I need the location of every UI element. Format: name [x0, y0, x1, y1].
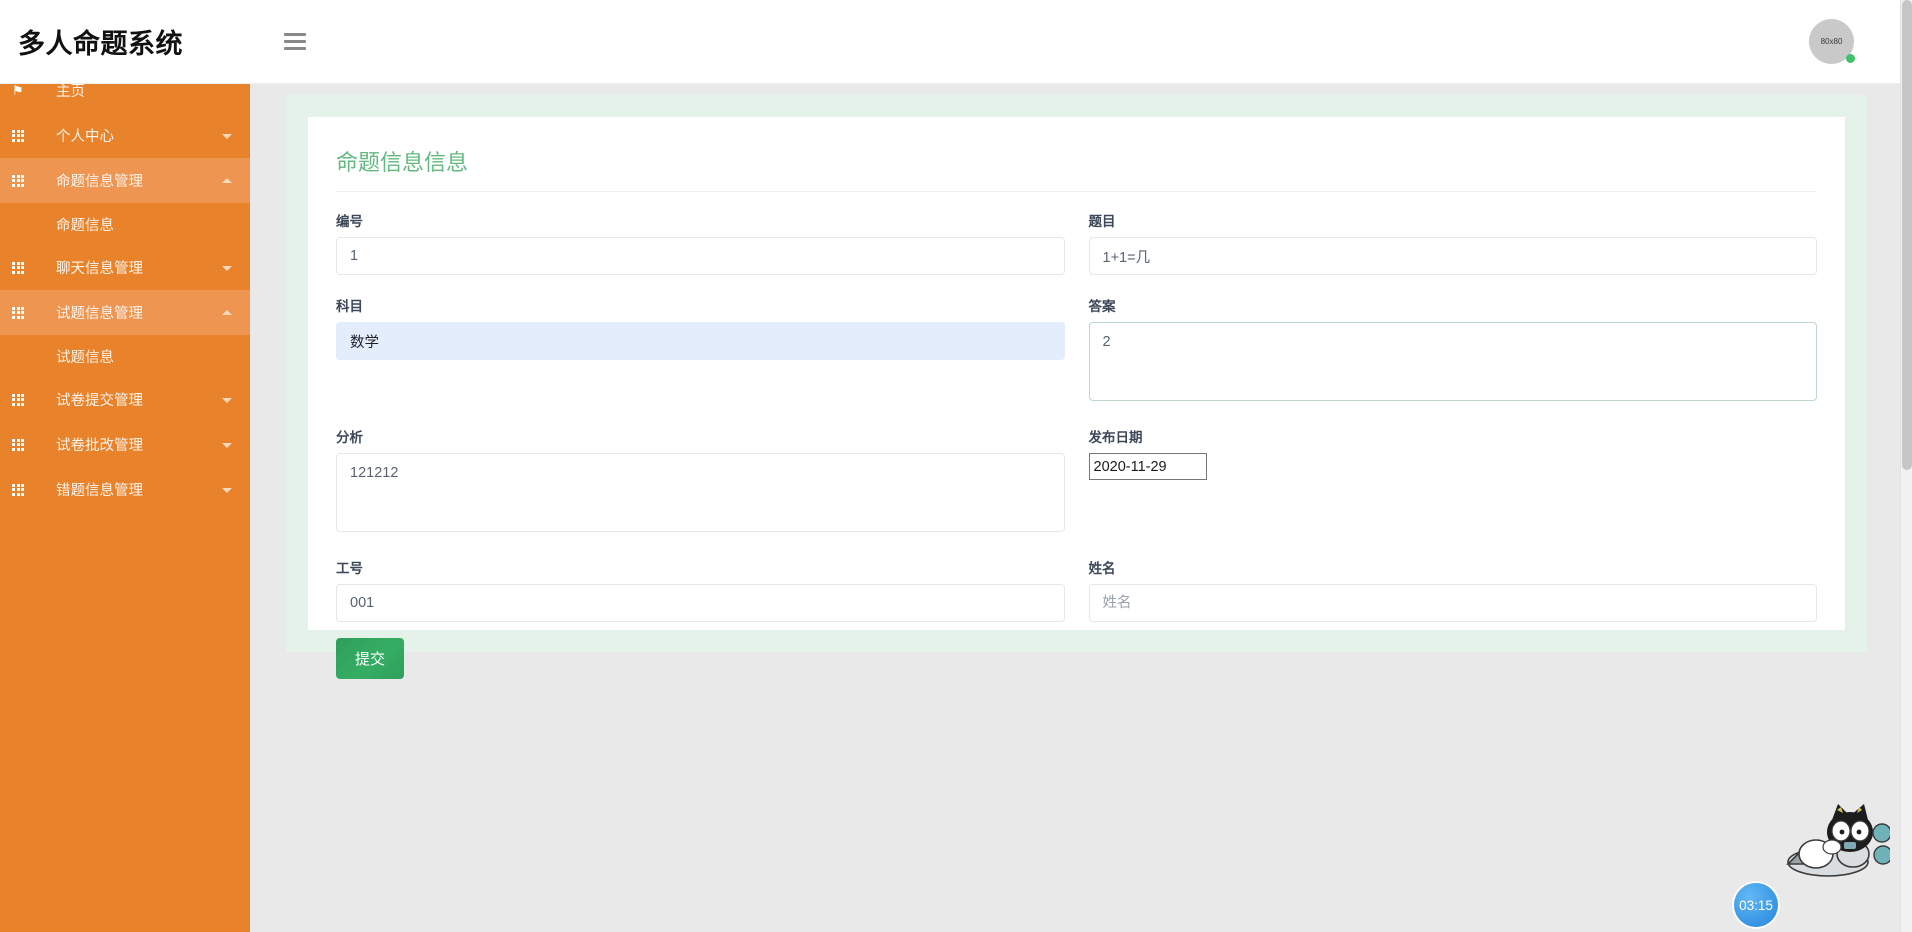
- clock-badge[interactable]: 03:15: [1734, 883, 1778, 927]
- form-row-2: 科目 答案 2: [336, 295, 1817, 406]
- sidebar-item-label: 试题信息管理: [56, 306, 143, 322]
- xingming-input[interactable]: [1088, 584, 1817, 622]
- field-group-kemu: 科目: [336, 295, 1077, 406]
- field-group-timu: 题目: [1077, 210, 1817, 275]
- avatar[interactable]: 80x80: [1809, 19, 1855, 64]
- hamburger-bar: [284, 47, 306, 50]
- field-group-bianhao: 编号: [336, 210, 1077, 275]
- grid-icon: [12, 261, 42, 274]
- grid-icon: [12, 306, 42, 319]
- bianhao-label: 编号: [336, 214, 363, 229]
- hamburger-icon[interactable]: [272, 19, 318, 65]
- sidebar-subitem-label: 命题信息: [56, 217, 114, 234]
- chevron-down-icon: [222, 133, 232, 139]
- timu-input[interactable]: [1088, 237, 1817, 275]
- daan-textarea[interactable]: 2: [1088, 322, 1817, 401]
- submit-button[interactable]: 提交: [336, 638, 405, 679]
- grid-icon: [12, 438, 42, 451]
- grid-icon: [12, 393, 42, 406]
- sidebar: ⚑ 主页 个人中心 命题信息管理 命题信息 聊天信息管理 试题信息管理 试题信息: [0, 68, 250, 932]
- top-bar: 多人命题系统 80x80: [0, 0, 1900, 84]
- cat-mascot-icon: [1780, 798, 1893, 884]
- sidebar-subitem-label: 试题信息: [56, 349, 114, 366]
- sidebar-subitem-question-info[interactable]: 试题信息: [0, 335, 250, 377]
- grid-icon: [12, 174, 42, 187]
- form-row-1: 编号 题目: [336, 210, 1817, 275]
- app-brand-title: 多人命题系统: [18, 29, 183, 59]
- field-group-fabu-riqi: 发布日期: [1077, 426, 1818, 537]
- page-scrollbar[interactable]: [1900, 0, 1912, 932]
- sidebar-item-wrong-question-management[interactable]: 错题信息管理: [0, 467, 250, 512]
- bianhao-input[interactable]: [336, 237, 1065, 275]
- chevron-down-icon: [222, 265, 232, 271]
- avatar-online-indicator: [1846, 54, 1855, 63]
- sidebar-item-label: 聊天信息管理: [56, 261, 143, 277]
- gonghao-label: 工号: [336, 561, 363, 576]
- sidebar-item-paper-grading-management[interactable]: 试卷批改管理: [0, 422, 250, 467]
- main-content: 命题信息信息 编号 题目 科目 答案: [250, 68, 1900, 932]
- field-group-gonghao: 工号: [336, 557, 1077, 622]
- kemu-input[interactable]: [336, 322, 1065, 360]
- form-panel: 命题信息信息 编号 题目 科目 答案: [286, 95, 1867, 679]
- daan-label: 答案: [1088, 299, 1116, 314]
- form-row-3: 分析 121212 发布日期: [336, 426, 1817, 537]
- fenxi-label: 分析: [336, 430, 363, 445]
- xingming-label: 姓名: [1088, 561, 1116, 576]
- form-card: 命题信息信息 编号 题目 科目 答案: [308, 117, 1845, 679]
- chevron-up-icon: [222, 177, 232, 183]
- sidebar-item-question-management[interactable]: 试题信息管理: [0, 290, 250, 335]
- grid-icon: [12, 483, 42, 496]
- sidebar-subitem-proposition-info[interactable]: 命题信息: [0, 203, 250, 245]
- fabu-riqi-date-input[interactable]: [1088, 453, 1207, 480]
- chevron-down-icon: [222, 487, 232, 493]
- form-row-4: 工号 姓名: [336, 557, 1817, 622]
- page-title: 命题信息信息: [336, 139, 1817, 192]
- sidebar-item-label: 个人中心: [56, 129, 114, 145]
- sidebar-item-label: 错题信息管理: [56, 483, 143, 499]
- hamburger-bar: [284, 40, 306, 43]
- fabu-riqi-label: 发布日期: [1088, 430, 1143, 445]
- field-group-fenxi: 分析 121212: [336, 426, 1077, 537]
- sidebar-item-label: 命题信息管理: [56, 174, 143, 190]
- hamburger-bar: [284, 33, 306, 36]
- grid-icon: [12, 129, 42, 142]
- chevron-up-icon: [222, 309, 232, 315]
- kemu-label: 科目: [336, 299, 363, 314]
- chevron-down-icon: [222, 442, 232, 448]
- timu-label: 题目: [1088, 214, 1116, 229]
- chevron-down-icon: [222, 397, 232, 403]
- field-group-xingming: 姓名: [1077, 557, 1817, 622]
- flag-icon: ⚑: [12, 83, 24, 98]
- sidebar-item-personal-center[interactable]: 个人中心: [0, 113, 250, 158]
- fenxi-textarea[interactable]: 121212: [336, 453, 1065, 532]
- sidebar-item-chat-management[interactable]: 聊天信息管理: [0, 245, 250, 290]
- sidebar-item-label: 试卷提交管理: [56, 393, 143, 409]
- sidebar-item-proposition-management[interactable]: 命题信息管理: [0, 158, 250, 203]
- page-scrollbar-thumb[interactable]: [1902, 0, 1912, 470]
- sidebar-item-label: 试卷批改管理: [56, 438, 143, 454]
- field-group-daan: 答案 2: [1077, 295, 1817, 406]
- gonghao-input[interactable]: [336, 584, 1065, 622]
- sidebar-item-paper-submit-management[interactable]: 试卷提交管理: [0, 377, 250, 422]
